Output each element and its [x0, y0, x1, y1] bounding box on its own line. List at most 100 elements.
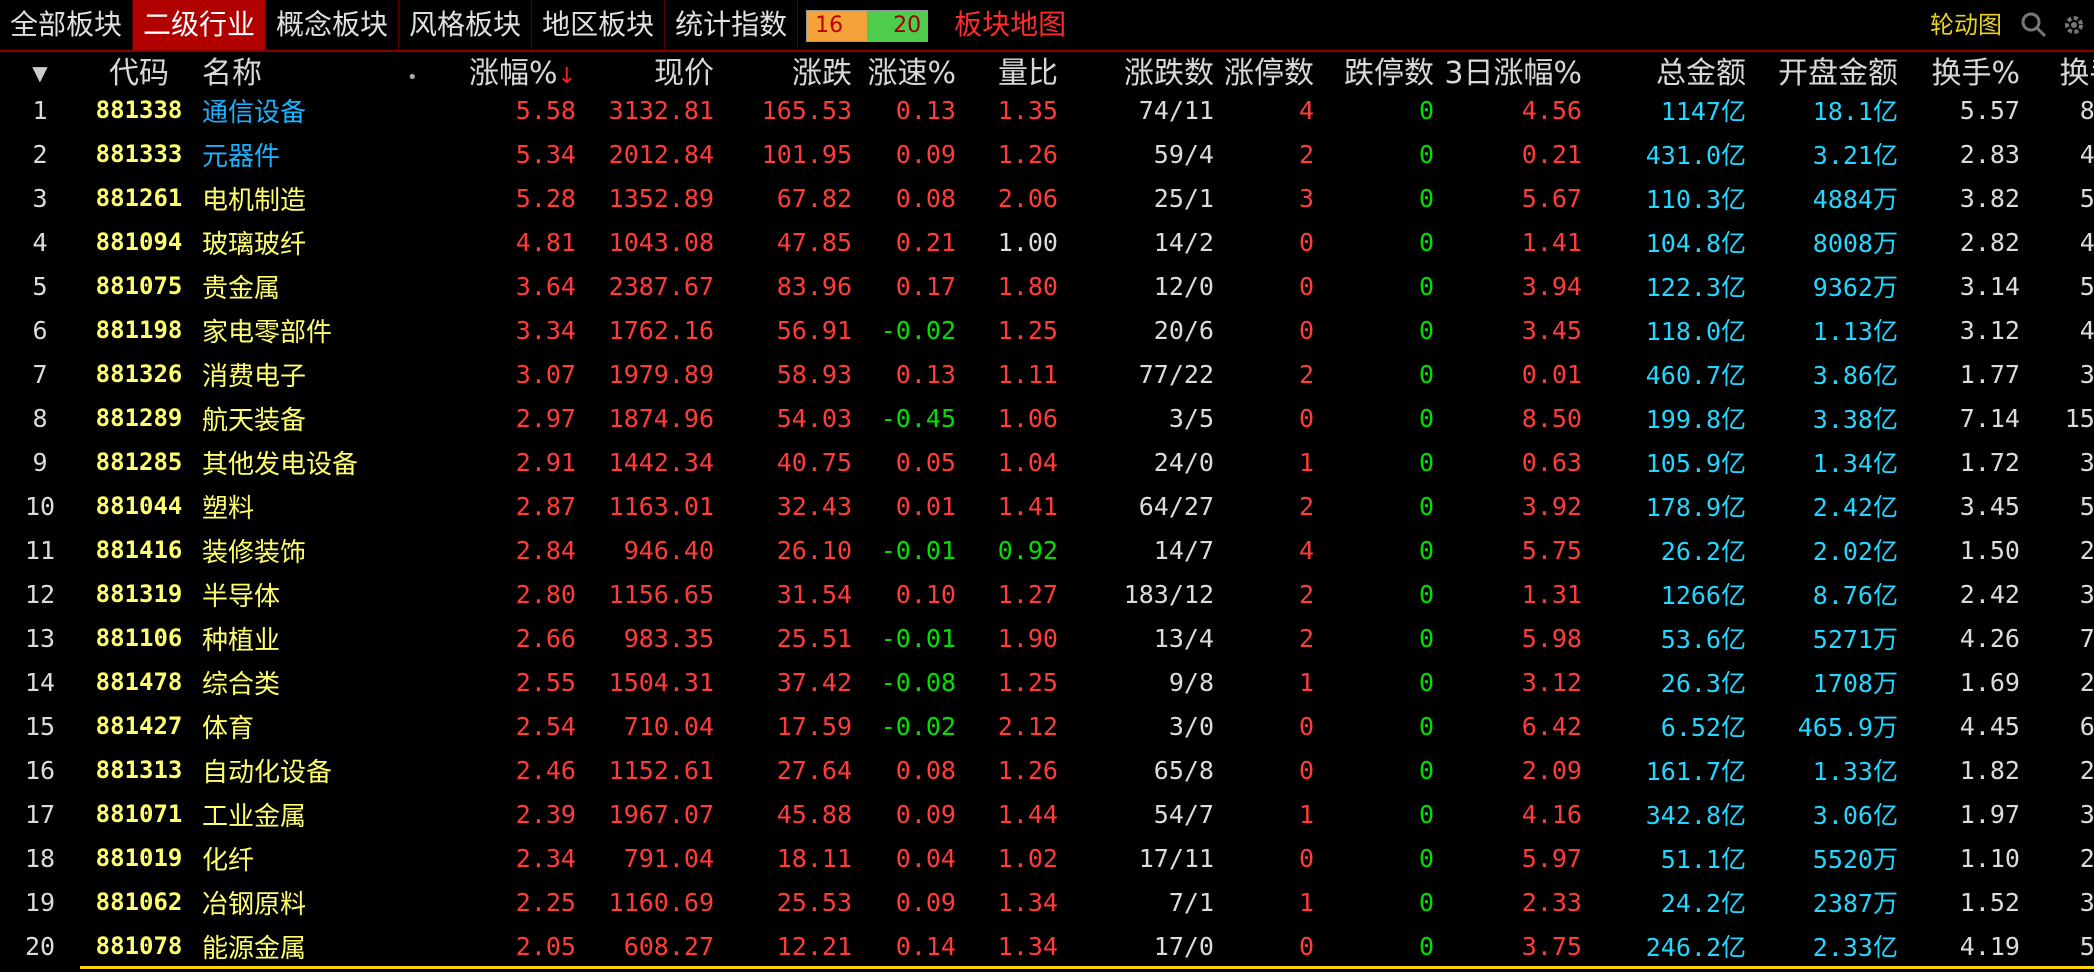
row-code[interactable]: 881333 [80, 140, 198, 168]
row-code[interactable]: 881044 [80, 492, 198, 520]
row-code[interactable]: 881319 [80, 580, 198, 608]
row-code[interactable]: 881062 [80, 888, 198, 916]
table-row[interactable]: 4 881094 玻璃玻纤 4.81 1043.08 47.85 0.21 1.00 14/2 0… [0, 220, 2094, 264]
row-name[interactable]: 工业金属 [198, 796, 448, 833]
row-name[interactable]: 家电零部件 [198, 312, 448, 349]
tab-style-sectors[interactable]: 风格板块 [399, 0, 533, 50]
row-change-pct: 3.64 [515, 271, 576, 301]
row-up-down-count: 74/11 [1138, 95, 1214, 125]
table-row[interactable]: 20 881078 能源金属 2.05 608.27 12.21 0.14 1.34 17/0 0… [0, 924, 2094, 968]
table-row[interactable]: 5 881075 贵金属 3.64 2387.67 83.96 0.17 1.80 12/0 0 0… [0, 264, 2094, 308]
row-name[interactable]: 电机制造 [198, 180, 448, 217]
col-name[interactable]: 名称 • [198, 48, 448, 92]
row-speed: 0.08 [895, 183, 956, 213]
row-name[interactable]: 通信设备 [198, 92, 448, 129]
table-row[interactable]: 7 881326 消费电子 3.07 1979.89 58.93 0.13 1.11 77/22… [0, 352, 2094, 396]
row-code[interactable]: 881078 [80, 932, 198, 960]
col-total-amount[interactable]: 总金额 [1586, 48, 1750, 92]
col-change-pct[interactable]: 涨幅%↓ [448, 48, 580, 92]
row-code[interactable]: 881198 [80, 316, 198, 344]
row-name[interactable]: 玻璃玻纤 [198, 224, 448, 261]
table-row[interactable]: 6 881198 家电零部件 3.34 1762.16 56.91 -0.02 1.25 20/… [0, 308, 2094, 352]
row-code[interactable]: 881285 [80, 448, 198, 476]
row-name[interactable]: 半导体 [198, 576, 448, 613]
row-name[interactable]: 化纤 [198, 840, 448, 877]
col-turnover[interactable]: 换手% [1902, 48, 2024, 92]
tab-region-sectors[interactable]: 地区板块 [532, 0, 666, 50]
table-row[interactable]: 11 881416 装修装饰 2.84 946.40 26.10 -0.01 0.92 14/7… [0, 528, 2094, 572]
row-name[interactable]: 体育 [198, 708, 448, 745]
table-row[interactable]: 13 881106 种植业 2.66 983.35 25.51 -0.01 1.90 13/4 2… [0, 616, 2094, 660]
table-row[interactable]: 3 881261 电机制造 5.28 1352.89 67.82 0.08 2.06 25/1 3… [0, 176, 2094, 220]
table-row[interactable]: 9 881285 其他发电设备 2.91 1442.34 40.75 0.05 1.04 24/… [0, 440, 2094, 484]
row-name[interactable]: 其他发电设备 [198, 444, 448, 481]
tab-all-sectors[interactable]: 全部板块 [0, 0, 134, 50]
row-name[interactable]: 消费电子 [198, 356, 448, 393]
row-name[interactable]: 冶钢原料 [198, 884, 448, 921]
table-row[interactable]: 16 881313 自动化设备 2.46 1152.61 27.64 0.08 1.26 65/… [0, 748, 2094, 792]
row-change-pct: 5.28 [515, 183, 576, 213]
row-code[interactable]: 881427 [80, 712, 198, 740]
table-row[interactable]: 18 881019 化纤 2.34 791.04 18.11 0.04 1.02 17/11 0 0… [0, 836, 2094, 880]
col-volume-ratio[interactable]: 量比 [960, 48, 1062, 92]
row-code[interactable]: 881338 [80, 96, 198, 124]
table-row[interactable]: 15 881427 体育 2.54 710.04 17.59 -0.02 2.12 3/0 0 0 6… [0, 704, 2094, 748]
row-code[interactable]: 881075 [80, 272, 198, 300]
row-index: 2 [32, 139, 48, 169]
col-3day-change[interactable]: 3日涨幅% [1438, 48, 1586, 92]
row-name[interactable]: 贵金属 [198, 268, 448, 305]
row-name[interactable]: 装修装饰 [198, 532, 448, 569]
row-code[interactable]: 881313 [80, 756, 198, 784]
row-price: 983.35 [623, 623, 714, 653]
row-code[interactable]: 881094 [80, 228, 198, 256]
row-code[interactable]: 881289 [80, 404, 198, 432]
row-volume-ratio: 1.34 [997, 887, 1058, 917]
tab-secondary-industry[interactable]: 二级行业 [133, 0, 267, 50]
table-row[interactable]: 8 881289 航天装备 2.97 1874.96 54.03 -0.45 1.06 3/5 0… [0, 396, 2094, 440]
row-change-pct: 2.34 [515, 843, 576, 873]
row-code[interactable]: 881326 [80, 360, 198, 388]
range-indicator[interactable]: 16 20 [806, 10, 929, 42]
row-name[interactable]: 航天装备 [198, 400, 448, 437]
gear-icon[interactable] [2054, 0, 2094, 50]
tab-stat-indices[interactable]: 统计指数 [665, 0, 799, 50]
row-code[interactable]: 881478 [80, 668, 198, 696]
row-code[interactable]: 881019 [80, 844, 198, 872]
table-row[interactable]: 17 881071 工业金属 2.39 1967.07 45.88 0.09 1.44 54/7… [0, 792, 2094, 836]
row-limit-up: 2 [1298, 139, 1314, 169]
table-row[interactable]: 19 881062 冶钢原料 2.25 1160.69 25.53 0.09 1.34 7/1 1… [0, 880, 2094, 924]
row-name[interactable]: 能源金属 [198, 928, 448, 965]
row-name[interactable]: 自动化设备 [198, 752, 448, 789]
row-name[interactable]: 种植业 [198, 620, 448, 657]
table-row[interactable]: 12 881319 半导体 2.80 1156.65 31.54 0.10 1.27 183/1… [0, 572, 2094, 616]
row-name[interactable]: 塑料 [198, 488, 448, 525]
table-row[interactable]: 2 881333 元器件 5.34 2012.84 101.95 0.09 1.26 59/4 2… [0, 132, 2094, 176]
col-open-amount[interactable]: 开盘金额 [1750, 48, 1902, 92]
row-code[interactable]: 881071 [80, 800, 198, 828]
table-row[interactable]: 1 881338 通信设备 5.58 3132.81 165.53 0.13 1.35 74/1… [0, 88, 2094, 132]
col-change[interactable]: 涨跌 [718, 48, 856, 92]
row-code[interactable]: 881261 [80, 184, 198, 212]
col-turnover-z[interactable]: 换手Z [2024, 48, 2094, 92]
col-up-down-count[interactable]: 涨跌数 [1062, 48, 1218, 92]
row-name[interactable]: 元器件 [198, 136, 448, 173]
table-row[interactable]: 14 881478 综合类 2.55 1504.31 37.42 -0.08 1.25 9/8 1… [0, 660, 2094, 704]
table-row[interactable]: 10 881044 塑料 2.87 1163.01 32.43 0.01 1.41 64/27 2… [0, 484, 2094, 528]
col-limit-down[interactable]: 跌停数 [1318, 48, 1438, 92]
col-speed[interactable]: 涨速% [856, 48, 960, 92]
search-icon[interactable] [2014, 0, 2054, 50]
row-turnover-z: 3.24 [2079, 799, 2094, 829]
tab-concept-sectors[interactable]: 概念板块 [266, 0, 400, 50]
row-open-amount: 5271万 [1812, 625, 1898, 654]
row-change-pct: 2.39 [515, 799, 576, 829]
row-code[interactable]: 881416 [80, 536, 198, 564]
sort-toggle[interactable]: ▼ [0, 53, 80, 88]
rotation-chart-link[interactable]: 轮动图 [1930, 0, 2002, 50]
sector-map-link[interactable]: 板块地图 [954, 0, 1066, 50]
col-code[interactable]: 代码 [80, 48, 198, 92]
row-price: 791.04 [623, 843, 714, 873]
row-code[interactable]: 881106 [80, 624, 198, 652]
row-name[interactable]: 综合类 [198, 664, 448, 701]
col-price[interactable]: 现价 [580, 48, 718, 92]
col-limit-up[interactable]: 涨停数 [1218, 48, 1318, 92]
